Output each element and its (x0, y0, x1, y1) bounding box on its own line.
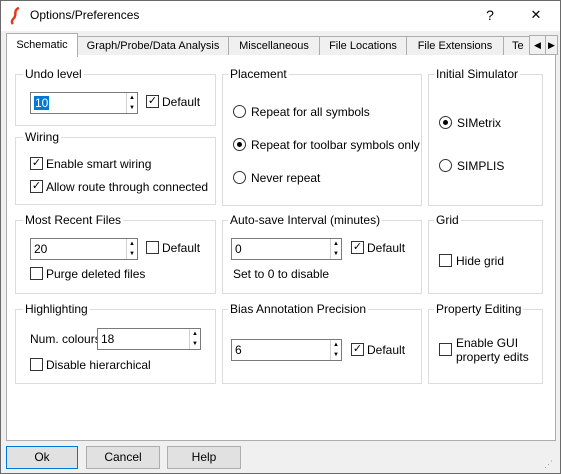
bias-annotation-label: Bias Annotation Precision (228, 302, 369, 316)
tab-file-extensions[interactable]: File Extensions (406, 36, 504, 56)
most-recent-files-value: 20 (34, 242, 48, 256)
help-title-button[interactable]: ? (468, 2, 512, 28)
tab-miscellaneous[interactable]: Miscellaneous (228, 36, 320, 56)
most-recent-default-label: Default (162, 241, 201, 255)
most-recent-files-label: Most Recent Files (23, 213, 124, 227)
bias-annotation-value: 6 (235, 343, 242, 357)
initial-simulator-label: Initial Simulator (434, 67, 521, 81)
num-colours-label: Num. colours (30, 332, 101, 346)
purge-deleted-files-label: Purge deleted files (46, 267, 146, 281)
close-button[interactable]: ✕ (514, 2, 558, 28)
spin-up-icon[interactable]: ▲ (331, 340, 341, 350)
allow-route-checkbox[interactable]: ✓ (30, 180, 43, 193)
grid-label: Grid (434, 213, 461, 227)
ok-button[interactable]: Ok (6, 446, 78, 469)
most-recent-files-spinbox[interactable]: 20 ▲ ▼ (30, 238, 138, 260)
simplis-radio[interactable] (439, 159, 452, 172)
spin-up-icon[interactable]: ▲ (331, 239, 341, 249)
tab-schematic[interactable]: Schematic (6, 33, 78, 57)
allow-route-label: Allow route through connected (46, 180, 209, 194)
window-title: Options/Preferences (30, 8, 140, 22)
tab-file-locations[interactable]: File Locations (319, 36, 407, 56)
autosave-value: 0 (235, 242, 242, 256)
simetrix-label: SIMetrix (457, 116, 502, 130)
wiring-label: Wiring (23, 130, 62, 144)
spin-down-icon[interactable]: ▼ (127, 249, 137, 259)
autosave-default-checkbox[interactable]: ✓ (351, 241, 364, 254)
hide-grid-checkbox[interactable] (439, 254, 452, 267)
spin-up-icon[interactable]: ▲ (127, 239, 137, 249)
wiring-group (15, 137, 216, 205)
repeat-all-symbols-radio[interactable] (233, 105, 246, 118)
bias-annotation-spinbox[interactable]: 6 ▲ ▼ (231, 339, 342, 361)
never-repeat-label: Never repeat (251, 171, 321, 185)
undo-level-value: 10 (34, 96, 50, 110)
disable-hierarchical-label: Disable hierarchical (46, 358, 151, 372)
num-colours-value: 18 (101, 332, 115, 346)
repeat-toolbar-symbols-label: Repeat for toolbar symbols only (251, 138, 420, 152)
spin-down-icon[interactable]: ▼ (331, 249, 341, 259)
undo-default-label: Default (162, 95, 201, 109)
initial-simulator-group (428, 74, 543, 206)
simplis-label: SIMPLIS (457, 159, 505, 173)
repeat-toolbar-symbols-radio[interactable] (233, 138, 246, 151)
help-button[interactable]: Help (167, 446, 241, 469)
tab-scroll-right-icon[interactable]: ▶ (545, 35, 558, 55)
bias-default-label: Default (367, 343, 406, 357)
cancel-button[interactable]: Cancel (86, 446, 160, 469)
resize-grip-icon[interactable]: ⋰ (544, 458, 556, 470)
autosave-spinbox[interactable]: 0 ▲ ▼ (231, 238, 342, 260)
simetrix-radio[interactable] (439, 116, 452, 129)
autosave-label: Auto-save Interval (minutes) (228, 213, 383, 227)
autosave-default-label: Default (367, 241, 406, 255)
hide-grid-label: Hide grid (456, 254, 505, 268)
enable-gui-property-edits-checkbox[interactable] (439, 343, 452, 356)
never-repeat-radio[interactable] (233, 171, 246, 184)
enable-smart-wiring-label: Enable smart wiring (46, 157, 152, 171)
disable-hierarchical-checkbox[interactable] (30, 358, 43, 371)
tab-graph-probe[interactable]: Graph/Probe/Data Analysis (77, 36, 229, 56)
spin-up-icon[interactable]: ▲ (190, 329, 200, 339)
spin-down-icon[interactable]: ▼ (190, 339, 200, 349)
placement-label: Placement (228, 67, 289, 81)
spin-up-icon[interactable]: ▲ (127, 93, 137, 103)
tab-scroll-left-icon[interactable]: ◀ (529, 35, 546, 55)
simetrix-logo-icon (10, 7, 20, 25)
bias-default-checkbox[interactable]: ✓ (351, 343, 364, 356)
undo-default-checkbox[interactable]: ✓ (146, 95, 159, 108)
enable-smart-wiring-checkbox[interactable]: ✓ (30, 157, 43, 170)
undo-level-spinbox[interactable]: 10 ▲ ▼ (30, 92, 138, 114)
enable-gui-label-line1: Enable GUI (456, 336, 519, 350)
most-recent-default-checkbox[interactable] (146, 241, 159, 254)
spin-down-icon[interactable]: ▼ (127, 103, 137, 113)
enable-gui-label-line2: property edits (456, 350, 529, 364)
highlighting-label: Highlighting (23, 302, 90, 316)
spin-down-icon[interactable]: ▼ (331, 350, 341, 360)
undo-level-label: Undo level (23, 67, 84, 81)
property-editing-label: Property Editing (434, 302, 524, 316)
repeat-all-symbols-label: Repeat for all symbols (251, 105, 370, 119)
purge-deleted-files-checkbox[interactable] (30, 267, 43, 280)
num-colours-spinbox[interactable]: 18 ▲ ▼ (97, 328, 201, 350)
autosave-note: Set to 0 to disable (233, 267, 330, 281)
